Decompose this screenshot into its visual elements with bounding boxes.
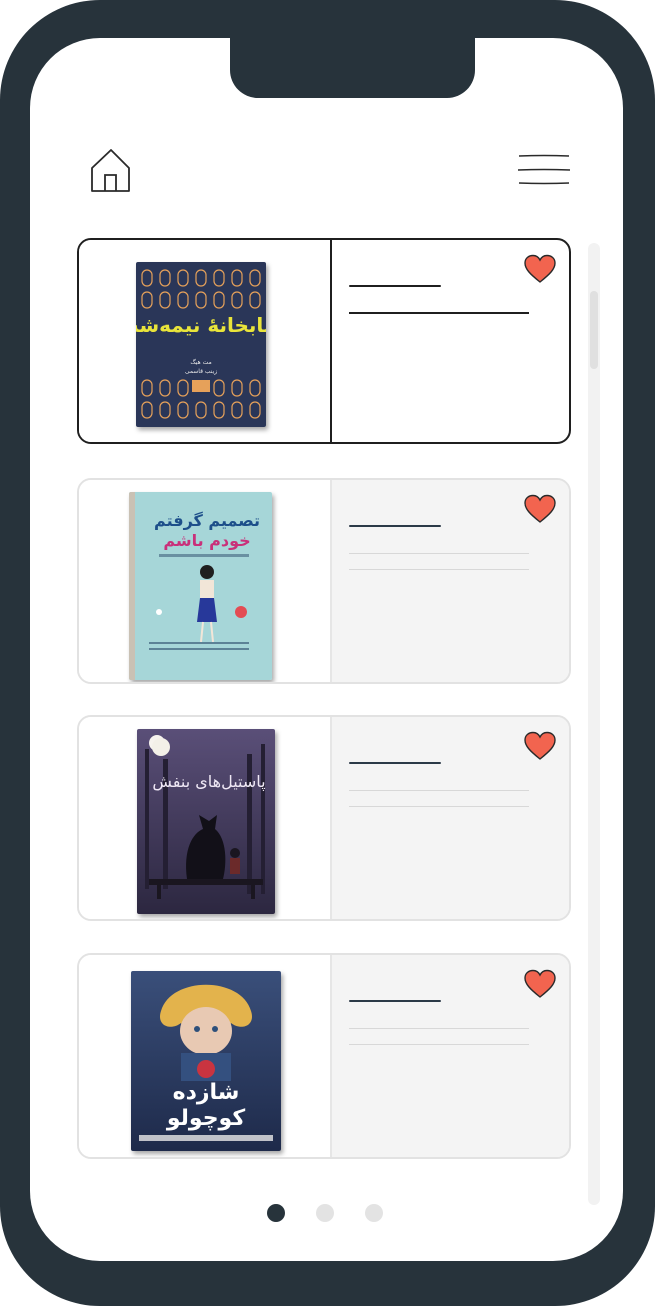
heart-icon xyxy=(524,254,556,283)
book-meta-placeholder xyxy=(349,569,529,570)
phone-screen: کتابخانهٔ نیمه‌شب مت هیگ زینب قاسمی xyxy=(30,38,623,1261)
book-title-placeholder xyxy=(349,762,441,764)
pagination-dot-2[interactable] xyxy=(316,1204,334,1222)
home-button[interactable] xyxy=(88,146,136,194)
book-title-placeholder xyxy=(349,285,441,287)
favorite-button[interactable] xyxy=(523,494,557,524)
book-card[interactable]: تصمیم گرفتم خودم باشم xyxy=(77,478,571,684)
book-title-placeholder xyxy=(349,525,441,527)
book-cover-title-line2: خودم باشم xyxy=(163,531,250,550)
heart-icon xyxy=(524,731,556,760)
book-cover-area: پاستیل‌های بنفش xyxy=(79,717,330,919)
book-cover-area: کتابخانهٔ نیمه‌شب مت هیگ زینب قاسمی xyxy=(79,240,330,442)
scrollbar[interactable] xyxy=(588,243,600,1205)
pagination-dots xyxy=(30,1202,623,1224)
pagination-dot-1[interactable] xyxy=(267,1204,285,1222)
book-cover-translator: زینب قاسمی xyxy=(185,368,217,375)
favorite-button[interactable] xyxy=(523,731,557,761)
book-title-placeholder xyxy=(349,1000,441,1002)
home-icon xyxy=(91,149,130,192)
book-meta-placeholder xyxy=(349,1044,529,1045)
hamburger-menu-icon xyxy=(517,154,571,185)
book-cover-image[interactable]: شازده کوچولو xyxy=(131,971,281,1151)
book-cover-image[interactable]: کتابخانهٔ نیمه‌شب مت هیگ زینب قاسمی xyxy=(136,262,266,427)
book-subtitle-placeholder xyxy=(349,790,529,791)
book-info-panel xyxy=(332,240,569,442)
favorite-button[interactable] xyxy=(523,254,557,284)
book-cover-image[interactable]: پاستیل‌های بنفش xyxy=(137,729,275,914)
book-subtitle-placeholder xyxy=(349,553,529,554)
book-info-panel xyxy=(332,480,569,682)
book-cover-title: پاستیل‌های بنفش xyxy=(152,772,265,792)
book-cover-title: کتابخانهٔ نیمه‌شب xyxy=(136,313,266,337)
heart-icon xyxy=(524,969,556,998)
scrollbar-thumb[interactable] xyxy=(590,291,598,369)
heart-icon xyxy=(524,494,556,523)
book-subtitle-placeholder xyxy=(349,1028,529,1029)
book-card[interactable]: شازده کوچولو xyxy=(77,953,571,1159)
book-info-panel xyxy=(332,955,569,1157)
pagination-dot-3[interactable] xyxy=(365,1204,383,1222)
book-cover-title-line1: تصمیم گرفتم xyxy=(154,511,260,530)
book-cover-image[interactable]: تصمیم گرفتم خودم باشم xyxy=(129,492,272,680)
book-meta-placeholder xyxy=(349,806,529,807)
book-card[interactable]: پاستیل‌های بنفش xyxy=(77,715,571,921)
book-cover-title-line2: کوچولو xyxy=(166,1106,245,1131)
book-info-panel xyxy=(332,717,569,919)
phone-notch xyxy=(230,38,475,98)
phone-frame: کتابخانهٔ نیمه‌شب مت هیگ زینب قاسمی xyxy=(0,0,655,1306)
book-subtitle-placeholder xyxy=(349,312,529,314)
book-card[interactable]: کتابخانهٔ نیمه‌شب مت هیگ زینب قاسمی xyxy=(77,238,571,444)
favorite-button[interactable] xyxy=(523,969,557,999)
book-cover-title-line1: شازده xyxy=(173,1080,240,1105)
book-cover-area: شازده کوچولو xyxy=(79,955,330,1157)
book-cover-author: مت هیگ xyxy=(190,358,211,366)
book-cover-area: تصمیم گرفتم خودم باشم xyxy=(79,480,330,682)
menu-button[interactable] xyxy=(516,153,572,189)
